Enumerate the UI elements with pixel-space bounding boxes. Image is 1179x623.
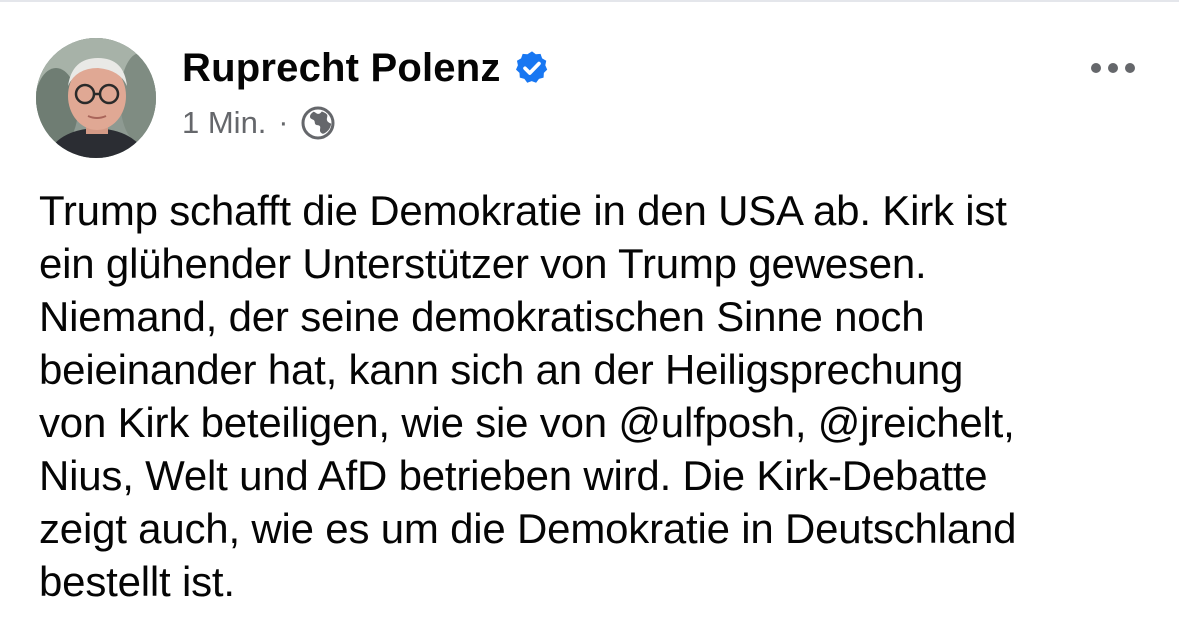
meta-separator: · (278, 106, 289, 139)
more-options-icon (1091, 63, 1101, 73)
facebook-post: Ruprecht Polenz 1 Min. · Trump schafft d… (0, 0, 1179, 623)
timestamp[interactable]: 1 Min. (182, 105, 266, 141)
more-options-button[interactable] (1078, 46, 1148, 90)
author-row: Ruprecht Polenz (182, 40, 551, 96)
more-options-icon (1108, 63, 1118, 73)
more-options-icon (1125, 63, 1135, 73)
globe-icon[interactable] (300, 105, 336, 141)
verified-badge-icon (513, 49, 551, 87)
author-name[interactable]: Ruprecht Polenz (182, 46, 501, 91)
post-text: Trump schafft die Demokratie in den USA … (39, 187, 1017, 605)
avatar[interactable] (36, 38, 156, 158)
profile-photo-icon (36, 38, 156, 158)
post-meta: 1 Min. · (182, 100, 336, 146)
